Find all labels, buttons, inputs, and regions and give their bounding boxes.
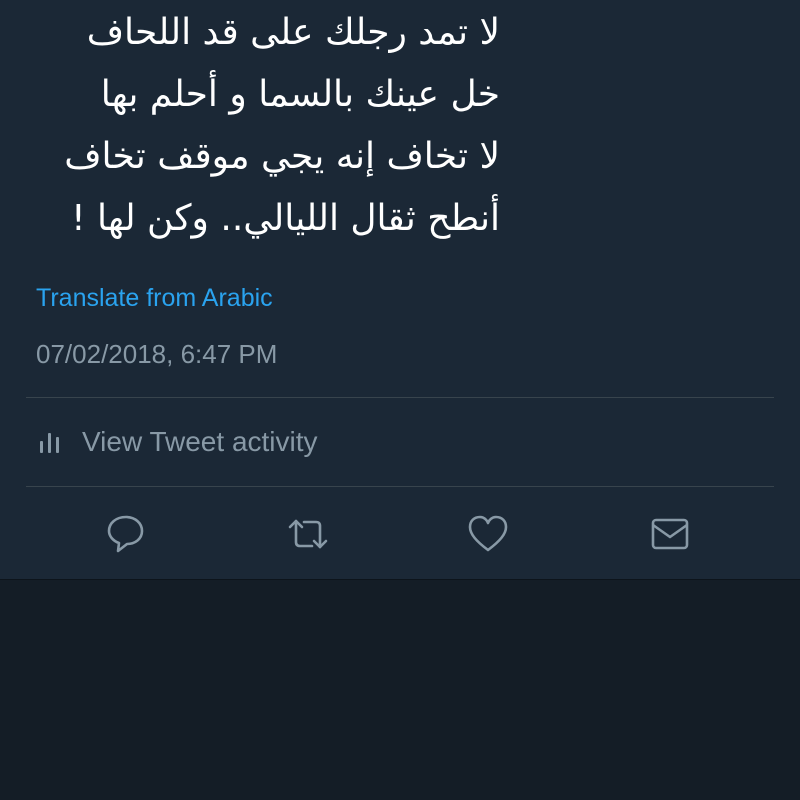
tweet-text: لا تمد رجلك على قد اللحاف خل عينك بالسما… [40, 2, 500, 250]
tweet-text-line: خل عينك بالسما و أحلم بها [100, 74, 500, 115]
divider [26, 486, 774, 487]
tweet-detail-panel: لا تمد رجلك على قد اللحاف خل عينك بالسما… [0, 0, 800, 580]
bar-chart-icon [40, 431, 62, 453]
tweet-text-line: أنطح ثقال الليالي.. وكن لها ! [71, 198, 500, 239]
direct-message-button[interactable] [646, 510, 694, 558]
tweet-timestamp: 07/02/2018, 6:47 PM [36, 339, 278, 369]
envelope-icon [651, 518, 689, 550]
tweet-text-line: لا تخاف إنه يجي موقف تخاف [64, 136, 500, 177]
reply-icon [107, 515, 144, 553]
retweet-button[interactable] [284, 510, 332, 558]
retweet-icon [288, 519, 328, 549]
heart-icon [468, 515, 508, 552]
tweet-text-line: لا تمد رجلك على قد اللحاف [86, 12, 500, 53]
like-button[interactable] [464, 510, 512, 558]
translate-link[interactable]: Translate from Arabic [36, 284, 273, 313]
view-tweet-activity-label: View Tweet activity [82, 426, 318, 457]
reply-button[interactable] [102, 510, 150, 558]
view-tweet-activity-button[interactable]: View Tweet activity [26, 398, 774, 486]
